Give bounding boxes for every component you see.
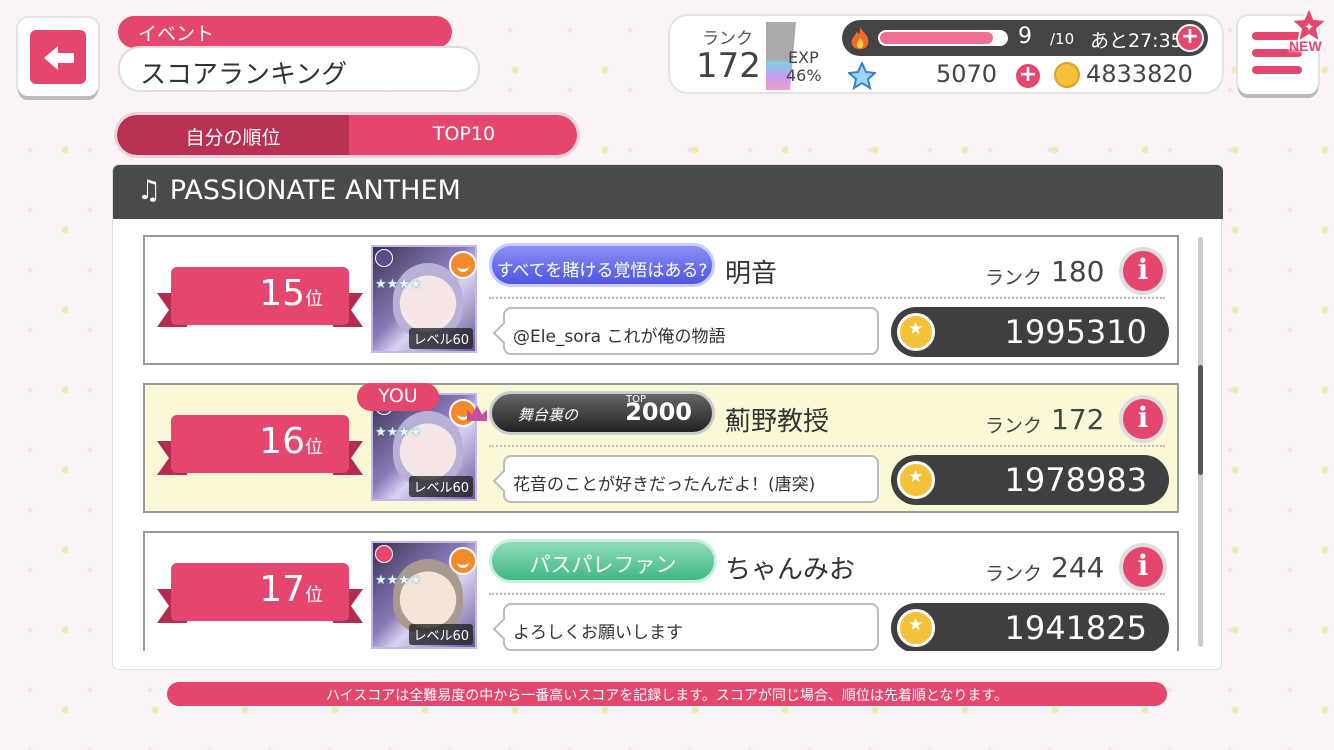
score-value: 1978983 (1004, 461, 1147, 499)
rarity-stars: ★★★★ (375, 277, 422, 293)
score-box: 1995310 (891, 307, 1169, 357)
stamina-timer: あと27:35 (1090, 30, 1183, 52)
player-name: ちゃんみお (725, 555, 856, 585)
stamina-box: 9 /10 あと27:35 + (842, 20, 1208, 56)
page-title: スコアランキング (118, 46, 480, 92)
stars-plus-button[interactable]: + (1014, 62, 1042, 90)
tab-top10[interactable]: TOP10 (349, 115, 577, 155)
divider (489, 445, 1165, 447)
scrollbar[interactable] (1198, 237, 1203, 647)
score-value: 1995310 (1004, 313, 1147, 351)
score-value: 1941825 (1004, 609, 1147, 647)
back-button[interactable] (18, 18, 98, 96)
player-rank: 172 (1051, 403, 1105, 436)
player-comment: @Ele_sora これが俺の物語 (503, 307, 879, 355)
coins-value: 4833820 (1086, 60, 1193, 88)
back-arrow-icon (30, 30, 86, 84)
card-level: レベル60 (409, 624, 473, 645)
new-badge-label: NEW (1289, 38, 1322, 54)
stamina-value: 9 (1018, 24, 1032, 49)
info-icon[interactable]: i (1119, 395, 1167, 443)
rank-ribbon: 15位 (157, 267, 363, 327)
player-name: 薊野教授 (725, 407, 830, 437)
new-badge: ✦ NEW (1285, 6, 1333, 56)
player-comment: 花音のことが好きだったんだよ！(唐突) (503, 455, 879, 503)
info-icon[interactable]: i (1119, 543, 1167, 591)
scrollbar-thumb[interactable] (1198, 365, 1203, 475)
rank-ribbon: 17位 (157, 563, 363, 623)
flame-icon (851, 27, 869, 50)
stamina-plus-button[interactable]: + (1176, 24, 1204, 52)
ranking-row: 15位 ★★★★ レベル60 すべてを賭ける覚悟はある? 明音 ランク 180 … (143, 235, 1179, 365)
ranking-panel: ♫ PASSIONATE ANTHEM 15位 ★★★★ レベル60 すべてを賭… (112, 164, 1223, 670)
footer-note: ハイスコアは全難易度の中から一番高いスコアを記録します。スコアが同じ場合、順位は… (167, 682, 1167, 706)
tab-my-rank[interactable]: 自分の順位 (117, 115, 349, 155)
rank-suffix: 位 (305, 289, 323, 310)
rarity-stars: ★★★★ (375, 425, 422, 441)
rank-value: 172 (696, 46, 761, 86)
member-card[interactable]: ★★★★ レベル60 (371, 541, 477, 649)
title-badge-number: 2000 (625, 398, 692, 426)
star-gem-icon (848, 62, 876, 90)
card-level: レベル60 (409, 476, 473, 497)
title-badge-text: 舞台裏の (518, 406, 579, 424)
rarity-stars: ★★★★ (375, 573, 422, 589)
stamina-max: /10 (1050, 30, 1075, 48)
attribute-icon (375, 249, 393, 267)
smile-icon (449, 251, 477, 279)
attribute-icon (375, 545, 393, 563)
svg-text:✦: ✦ (1304, 20, 1314, 34)
score-medal-icon (897, 313, 935, 351)
member-card[interactable]: ★★★★ レベル60 (371, 245, 477, 353)
smile-icon (449, 547, 477, 575)
rank-number: 16 (259, 421, 305, 462)
player-rank: 180 (1051, 255, 1105, 288)
ranking-row-you: 16位 ★★★★ レベル60 YOU 舞台裏のTOP2000 薊野教授 ランク … (143, 383, 1179, 513)
player-status-panel: ランク 172 EXP 46% 9 /10 あと27:35 + 5070 + 4… (668, 14, 1224, 94)
title-badge: 舞台裏の TOP 2000 (489, 391, 715, 435)
rank-suffix: 位 (305, 437, 323, 458)
score-box: 1941825 (891, 603, 1169, 651)
player-rank-label: ランク (985, 563, 1043, 585)
player-rank: 244 (1051, 551, 1105, 584)
stamina-bar-fill (880, 32, 994, 44)
stars-value: 5070 (936, 60, 998, 88)
score-box: 1978983 (891, 455, 1169, 505)
you-tag: YOU (357, 383, 439, 411)
title-badge: すべてを賭ける覚悟はある? (489, 243, 715, 287)
rank-number: 15 (259, 273, 305, 314)
song-title: ♫ PASSIONATE ANTHEM (113, 165, 1223, 219)
info-icon[interactable]: i (1119, 247, 1167, 295)
coin-icon (1054, 62, 1080, 88)
player-comment: よろしくお願いします (503, 603, 879, 651)
rank-ribbon: 16位 (157, 415, 363, 475)
rank-number: 17 (259, 569, 305, 610)
ranking-list[interactable]: 15位 ★★★★ レベル60 すべてを賭ける覚悟はある? 明音 ランク 180 … (113, 235, 1223, 651)
stamina-bar (878, 30, 1008, 46)
exp-label: EXP (788, 48, 819, 67)
page-title-box: イベント スコアランキング (118, 16, 480, 92)
player-name: 明音 (725, 259, 778, 289)
player-rank-label: ランク (985, 267, 1043, 289)
divider (489, 593, 1165, 595)
rank-suffix: 位 (305, 585, 323, 606)
player-rank-label: ランク (985, 415, 1043, 437)
title-badge: パスパレファン (489, 539, 717, 583)
menu-bar (1252, 66, 1302, 74)
exp-percent: 46% (786, 66, 822, 85)
ranking-row: 17位 ★★★★ レベル60 パスパレファン ちゃんみお ランク 244 i よ… (143, 531, 1179, 651)
page-category: イベント (118, 16, 452, 48)
divider (489, 297, 1165, 299)
ranking-tabs: 自分の順位 TOP10 (114, 112, 580, 158)
smile-icon (449, 399, 477, 427)
card-level: レベル60 (409, 328, 473, 349)
score-medal-icon (897, 461, 935, 499)
score-medal-icon (897, 609, 935, 647)
